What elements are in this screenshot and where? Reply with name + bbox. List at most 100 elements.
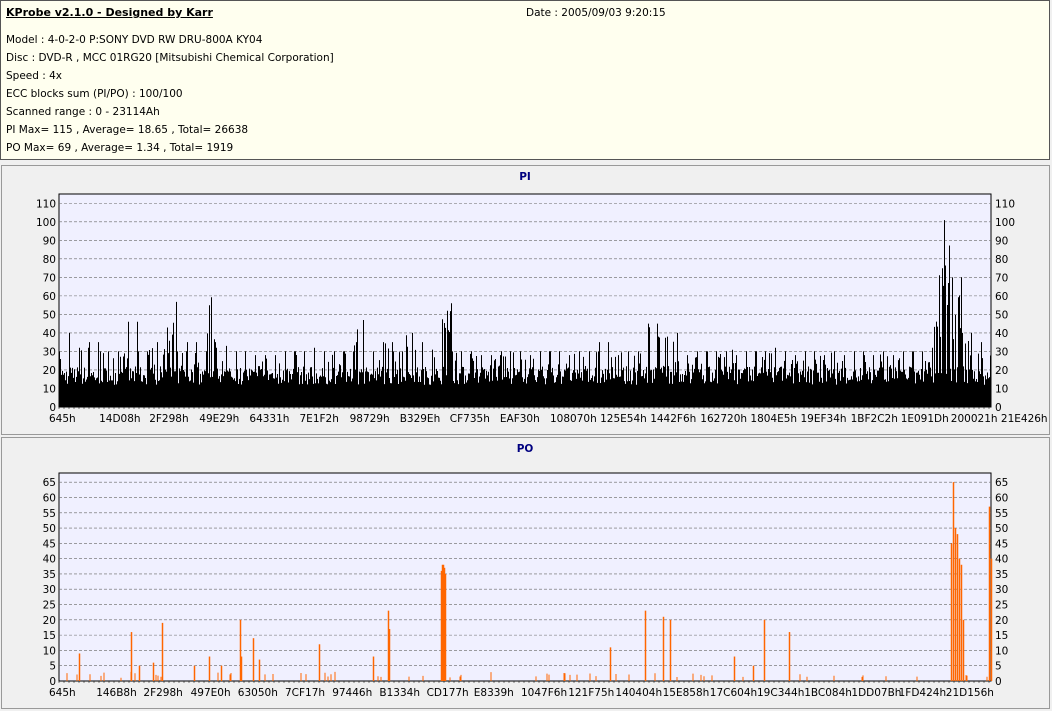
x-tick-label: CD177h (427, 687, 469, 699)
y-tick-label-right: 65 (995, 477, 1008, 489)
scan-date: Date : 2005/09/03 9:20:15 (526, 7, 666, 19)
pi-summary: PI Max= 115 , Average= 18.65 , Total= 26… (6, 124, 249, 136)
y-tick-label-right: 50 (995, 309, 1008, 321)
y-tick-label: 100 (36, 217, 56, 229)
y-tick-label-right: 60 (995, 291, 1008, 303)
x-tick-label: EAF30h (500, 413, 540, 425)
x-tick-label: 121F75h (568, 687, 614, 699)
y-tick-label-right: 30 (995, 584, 1008, 596)
y-tick-label: 25 (43, 600, 56, 612)
y-tick-label-right: 55 (995, 508, 1008, 520)
y-tick-label-right: 90 (995, 235, 1008, 247)
y-tick-label-right: 60 (995, 492, 1008, 504)
x-tick-label: 19C344h (757, 687, 804, 699)
speed-line: Speed : 4x (6, 70, 63, 82)
ecc-line: ECC blocks sum (PI/PO) : 100/100 (6, 88, 183, 100)
y-tick-label-right: 70 (995, 272, 1008, 284)
y-tick-label: 65 (43, 477, 56, 489)
y-tick-label: 40 (43, 328, 56, 340)
chart-title: PO (517, 443, 534, 455)
y-tick-label-right: 20 (995, 365, 1008, 377)
plot-area (58, 472, 992, 682)
y-tick-label: 50 (43, 309, 56, 321)
po-panel: PO 0 0 5 5 10 10 15 15 20 20 25 25 30 30 35 35 40 40 45 45 50… (1, 437, 1050, 709)
x-tick-label: 97446h (332, 687, 372, 699)
x-tick-label: 7E1F2h (300, 413, 339, 425)
x-tick-label: 2F298h (149, 413, 188, 425)
y-tick-label-right: 110 (995, 198, 1015, 210)
pi-chart: PI0 010 1020 2030 3040 4050 5060 6070 7080 8090 90… (36, 171, 1048, 425)
x-tick-label: 200021h (951, 413, 998, 425)
x-tick-label: 1FD424h (899, 687, 947, 699)
chart-title: PI (519, 171, 531, 183)
pi-panel: PI 0 0 10 10 20 20 30 30 40 40 50 50 60 60 70 70 80 80 90 90… (1, 165, 1050, 435)
model-line: Model : 4-0-2-0 P:SONY DVD RW DRU-800A K… (6, 34, 263, 46)
x-tick-label: 125E54h (600, 413, 647, 425)
y-tick-label: 10 (43, 383, 56, 395)
x-tick-label: 64331h (249, 413, 289, 425)
x-tick-label: 15E858h (663, 687, 710, 699)
y-tick-label: 80 (43, 254, 56, 266)
x-tick-label: 1BC084h (804, 687, 852, 699)
y-tick-label-right: 45 (995, 538, 1008, 550)
y-tick-label-right: 0 (995, 676, 1002, 688)
app-title: KProbe v2.1.0 - Designed by Karr (6, 6, 213, 19)
y-tick-label: 10 (43, 645, 56, 657)
x-tick-label: 21D156h (946, 687, 994, 699)
x-tick-label: 108070h (550, 413, 597, 425)
y-tick-label-right: 20 (995, 615, 1008, 627)
y-tick-label-right: 25 (995, 600, 1008, 612)
x-tick-label: 146B8h (96, 687, 137, 699)
y-tick-label: 40 (43, 554, 56, 566)
y-tick-label: 20 (43, 615, 56, 627)
y-tick-label: 60 (43, 492, 56, 504)
disc-line: Disc : DVD-R , MCC 01RG20 [Mitsubishi Ch… (6, 52, 334, 64)
x-tick-label: 1BF2C2h (851, 413, 898, 425)
y-tick-label: 70 (43, 272, 56, 284)
po-summary: PO Max= 69 , Average= 1.34 , Total= 1919 (6, 142, 234, 154)
x-tick-label: 2F298h (143, 687, 182, 699)
y-tick-label: 90 (43, 235, 56, 247)
y-tick-label: 30 (43, 584, 56, 596)
y-tick-label-right: 100 (995, 217, 1015, 229)
x-tick-label: B1334h (379, 687, 420, 699)
y-tick-label: 30 (43, 346, 56, 358)
po-chart: PO0 05 510 1015 1520 2025 2530 3035 3540 4045 4550… (43, 443, 1009, 699)
x-tick-label: 7CF17h (285, 687, 325, 699)
x-tick-label: 497E0h (191, 687, 231, 699)
x-tick-label: 63050h (238, 687, 278, 699)
x-tick-label: 49E29h (199, 413, 239, 425)
y-tick-label-right: 50 (995, 523, 1008, 535)
x-tick-label: 140404h (615, 687, 662, 699)
y-tick-label: 15 (43, 630, 56, 642)
y-tick-label: 20 (43, 365, 56, 377)
x-tick-label: 1442F6h (650, 413, 696, 425)
x-tick-label: B329Eh (400, 413, 441, 425)
y-tick-label: 60 (43, 291, 56, 303)
y-tick-label-right: 80 (995, 254, 1008, 266)
y-tick-label-right: 15 (995, 630, 1008, 642)
x-tick-label: 1DD07Bh (851, 687, 901, 699)
y-tick-label-right: 5 (995, 661, 1002, 673)
x-tick-label: 645h (49, 687, 76, 699)
y-tick-label-right: 10 (995, 383, 1008, 395)
y-tick-label-right: 30 (995, 346, 1008, 358)
y-tick-label-right: 40 (995, 328, 1008, 340)
x-tick-label: 1047F6h (521, 687, 567, 699)
range-line: Scanned range : 0 - 23114Ah (6, 106, 160, 118)
x-tick-label: CF735h (450, 413, 490, 425)
x-tick-label: 98729h (350, 413, 390, 425)
y-tick-label: 55 (43, 508, 56, 520)
x-tick-label: 21E426h (1001, 413, 1048, 425)
y-tick-label: 45 (43, 538, 56, 550)
x-tick-label: 19EF34h (801, 413, 847, 425)
y-tick-label-right: 10 (995, 645, 1008, 657)
x-tick-label: 17C604h (710, 687, 757, 699)
y-tick-label: 35 (43, 569, 56, 581)
y-tick-label: 50 (43, 523, 56, 535)
x-tick-label: E8339h (474, 687, 514, 699)
x-tick-label: 1E091Dh (901, 413, 949, 425)
y-tick-label: 110 (36, 198, 56, 210)
y-tick-label-right: 35 (995, 569, 1008, 581)
x-tick-label: 1804E5h (750, 413, 797, 425)
